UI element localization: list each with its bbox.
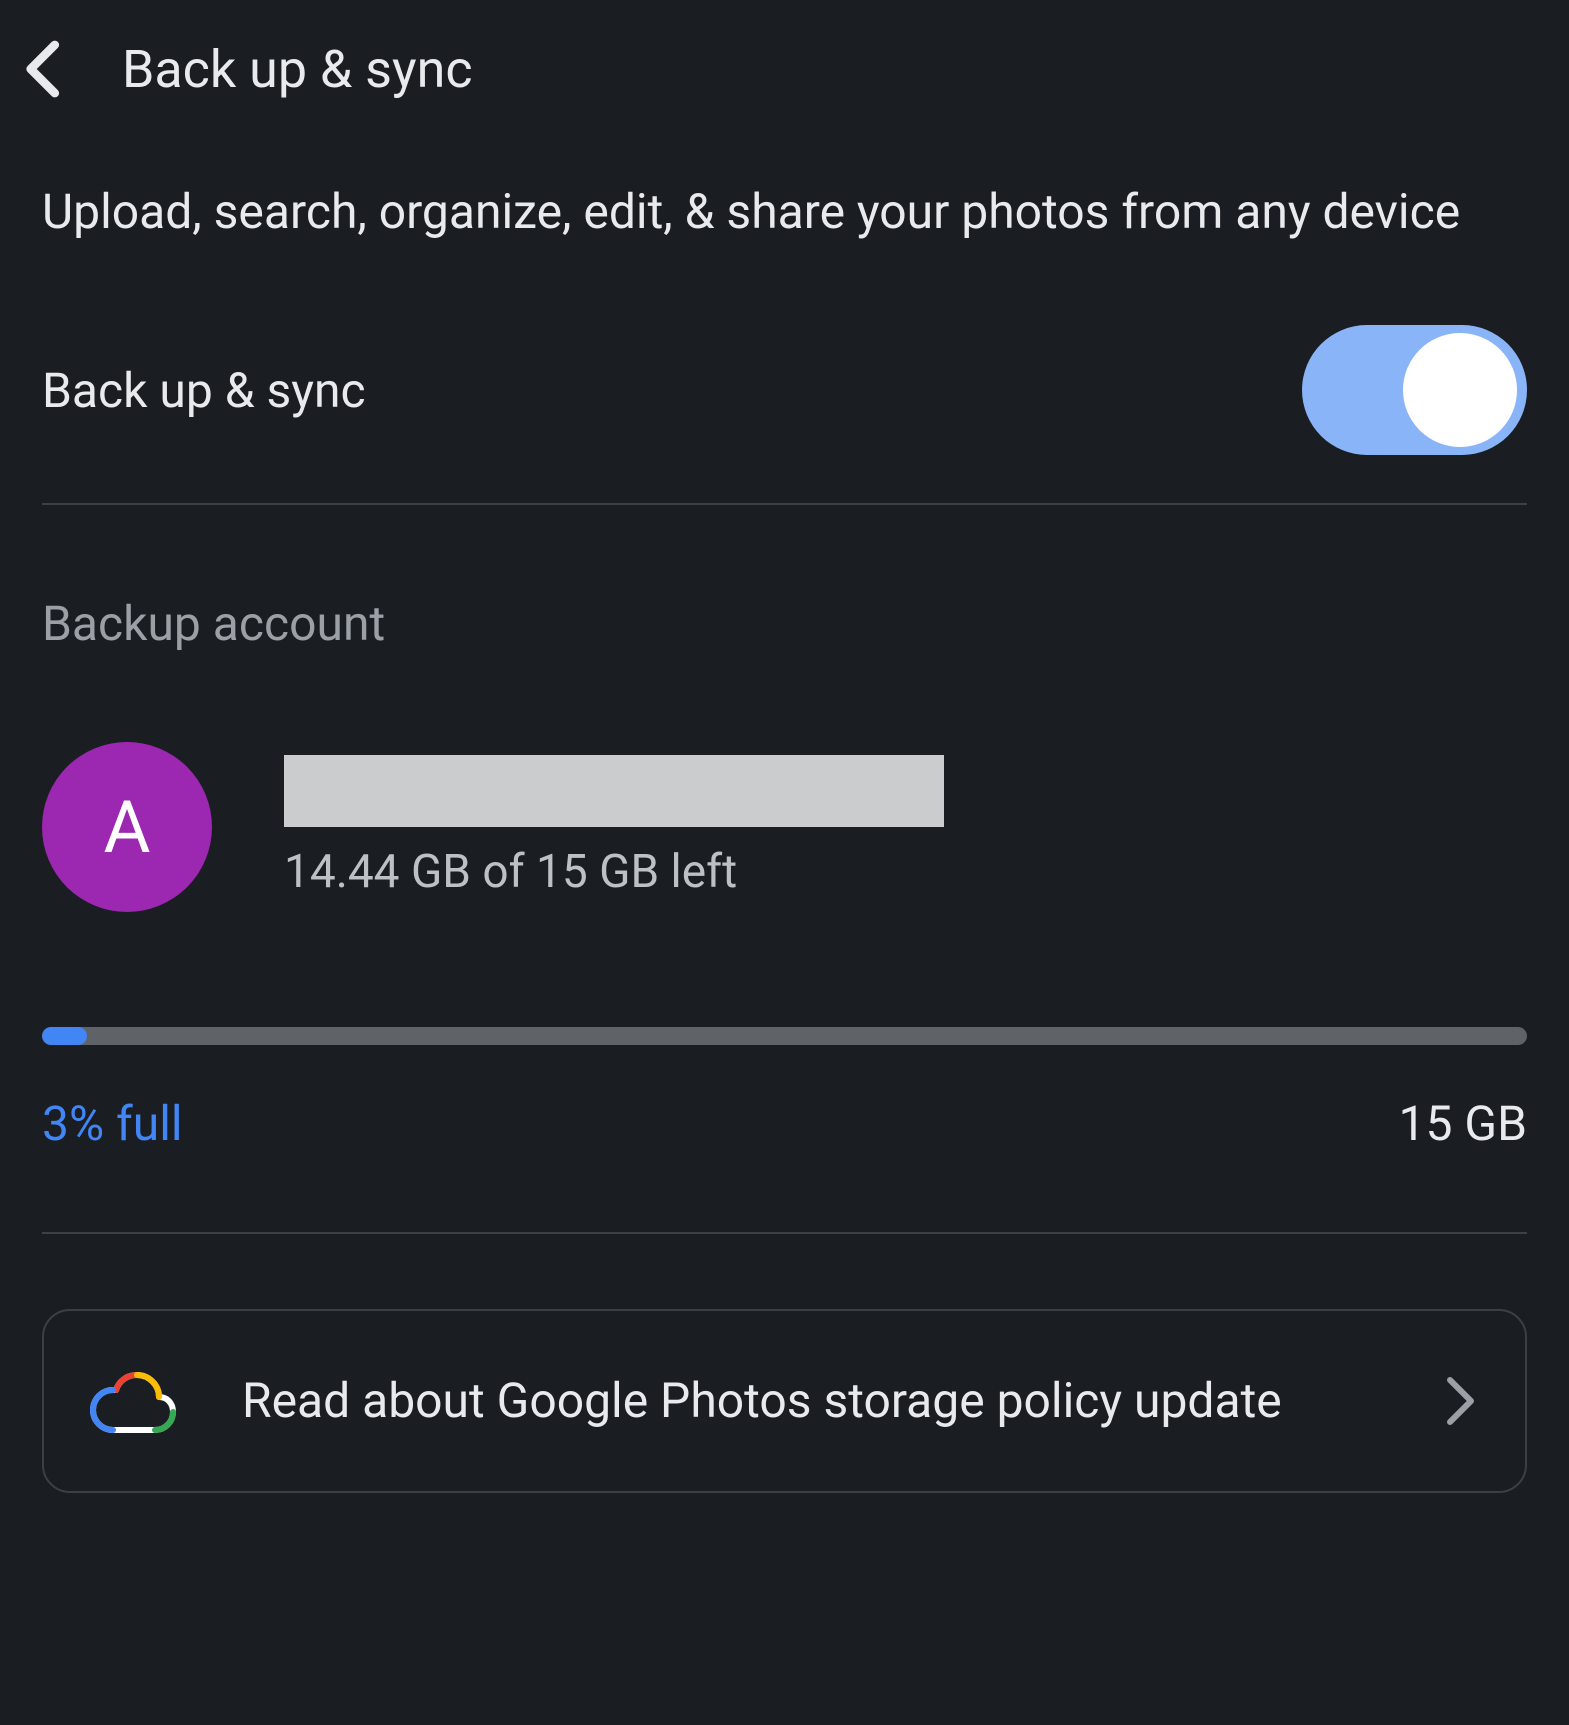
storage-remaining-text: 14.44 GB of 15 GB left xyxy=(284,845,944,899)
page-description: Upload, search, organize, edit, & share … xyxy=(42,138,1527,305)
avatar: A xyxy=(42,742,212,912)
storage-percent-label: 3% full xyxy=(42,1095,183,1152)
account-row[interactable]: A 14.44 GB of 15 GB left xyxy=(42,742,1527,942)
chevron-right-icon xyxy=(1444,1373,1480,1429)
toggle-knob xyxy=(1403,333,1517,447)
policy-update-card[interactable]: Read about Google Photos storage policy … xyxy=(42,1309,1527,1493)
storage-progress-fill xyxy=(42,1027,87,1045)
storage-progress-bar xyxy=(42,1027,1527,1045)
back-icon[interactable] xyxy=(20,38,62,100)
account-email-redacted xyxy=(284,755,944,827)
policy-card-text: Read about Google Photos storage policy … xyxy=(242,1366,1379,1436)
backup-account-section-label: Backup account xyxy=(42,505,1527,742)
backup-sync-toggle-label: Back up & sync xyxy=(42,362,366,419)
storage-total-label: 15 GB xyxy=(1399,1095,1527,1152)
backup-sync-toggle[interactable] xyxy=(1302,325,1527,455)
divider xyxy=(42,503,1527,505)
divider xyxy=(42,1232,1527,1234)
cloud-icon xyxy=(89,1367,177,1435)
backup-sync-toggle-row[interactable]: Back up & sync xyxy=(42,305,1527,503)
page-title: Back up & sync xyxy=(122,39,473,100)
